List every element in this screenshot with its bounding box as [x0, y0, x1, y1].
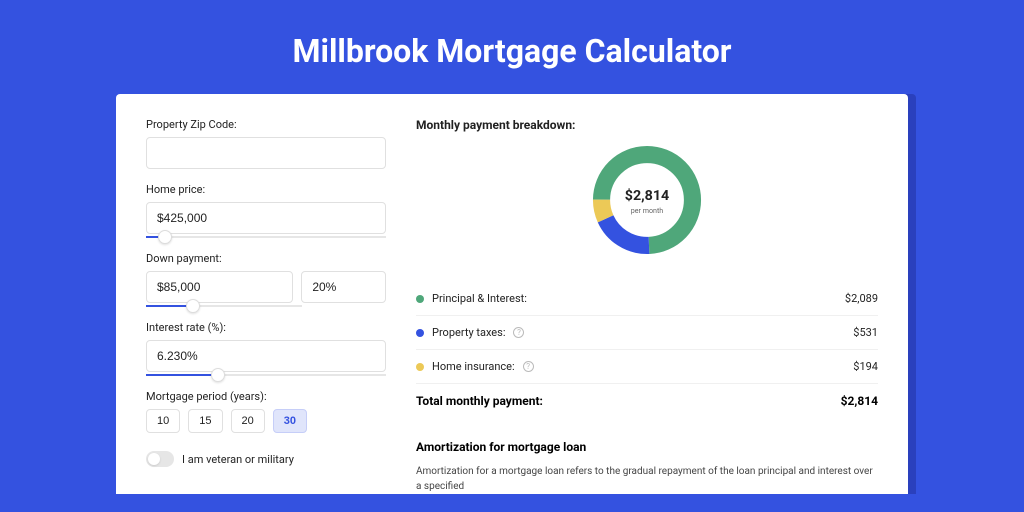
down-payment-group: Down payment:	[146, 252, 386, 307]
dot-icon	[416, 329, 424, 337]
breakdown-title: Monthly payment breakdown:	[416, 118, 878, 132]
legend-label: Principal & Interest:	[432, 292, 527, 305]
total-label: Total monthly payment:	[416, 394, 543, 408]
slider-thumb[interactable]	[211, 368, 225, 382]
amort-title: Amortization for mortgage loan	[416, 440, 878, 454]
toggle-knob	[148, 453, 160, 465]
total-value: $2,814	[841, 394, 878, 408]
page-title: Millbrook Mortgage Calculator	[0, 0, 1024, 94]
slider-thumb[interactable]	[186, 299, 200, 313]
home-price-label: Home price:	[146, 183, 386, 196]
donut-chart-wrap: $2,814 per month	[416, 140, 878, 264]
home-price-group: Home price:	[146, 183, 386, 238]
period-option-10[interactable]: 10	[146, 409, 180, 433]
legend-row-taxes: Property taxes: ? $531	[416, 316, 878, 350]
donut-center-amount: $2,814	[625, 187, 669, 204]
down-payment-amount-input[interactable]	[146, 271, 293, 303]
veteran-toggle[interactable]	[146, 451, 174, 467]
down-payment-label: Down payment:	[146, 252, 386, 265]
breakdown-column: Monthly payment breakdown: $2,814 per mo…	[416, 118, 878, 470]
legend-label: Property taxes:	[432, 326, 505, 339]
zip-input[interactable]	[146, 137, 386, 169]
home-price-input[interactable]	[146, 202, 386, 234]
period-option-30[interactable]: 30	[273, 409, 307, 433]
donut-chart: $2,814 per month	[587, 140, 707, 260]
legend-value: $194	[853, 360, 878, 373]
home-price-slider[interactable]	[146, 236, 386, 238]
down-payment-percent-input[interactable]	[301, 271, 386, 303]
total-row: Total monthly payment: $2,814	[416, 384, 878, 428]
legend-row-principal: Principal & Interest: $2,089	[416, 282, 878, 316]
period-options: 10 15 20 30	[146, 409, 386, 433]
legend-label: Home insurance:	[432, 360, 515, 373]
zip-label: Property Zip Code:	[146, 118, 386, 131]
slider-thumb[interactable]	[158, 230, 172, 244]
period-group: Mortgage period (years): 10 15 20 30	[146, 390, 386, 433]
dot-icon	[416, 295, 424, 303]
veteran-row: I am veteran or military	[146, 451, 386, 467]
info-icon[interactable]: ?	[523, 361, 534, 372]
legend-value: $2,089	[845, 292, 878, 305]
period-label: Mortgage period (years):	[146, 390, 386, 403]
legend-value: $531	[853, 326, 878, 339]
down-payment-slider[interactable]	[146, 305, 302, 307]
interest-rate-label: Interest rate (%):	[146, 321, 386, 334]
info-icon[interactable]: ?	[513, 327, 524, 338]
period-option-15[interactable]: 15	[188, 409, 222, 433]
zip-field-group: Property Zip Code:	[146, 118, 386, 169]
interest-rate-group: Interest rate (%):	[146, 321, 386, 376]
legend-row-insurance: Home insurance: ? $194	[416, 350, 878, 384]
interest-rate-input[interactable]	[146, 340, 386, 372]
form-column: Property Zip Code: Home price: Down paym…	[146, 118, 386, 470]
donut-center-sub: per month	[631, 206, 664, 215]
veteran-label: I am veteran or military	[182, 453, 294, 466]
dot-icon	[416, 363, 424, 371]
period-option-20[interactable]: 20	[231, 409, 265, 433]
calculator-card: Property Zip Code: Home price: Down paym…	[116, 94, 908, 494]
interest-rate-slider[interactable]	[146, 374, 386, 376]
amort-text: Amortization for a mortgage loan refers …	[416, 464, 878, 494]
